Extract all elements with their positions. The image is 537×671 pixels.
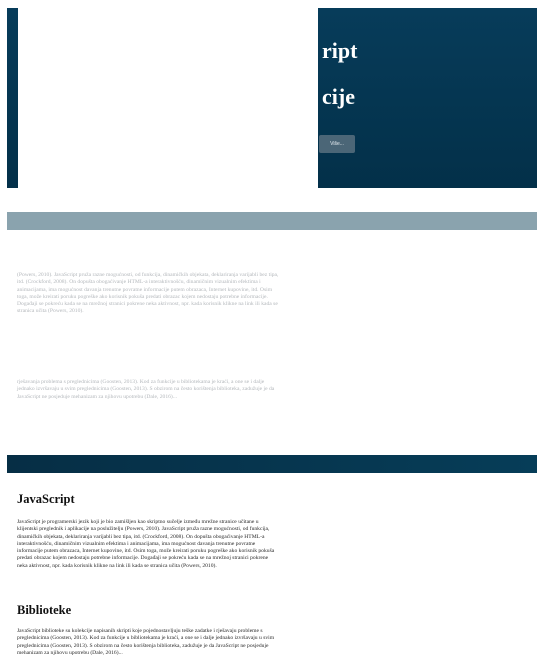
section-divider-band [7, 212, 537, 230]
javascript-heading: JavaScript [17, 492, 75, 506]
faded-paragraph-biblioteke: rješavanja problema s preglednicima (Goo… [17, 379, 275, 400]
hero-title-line1: ript [322, 38, 358, 63]
hero-title-line2: cije [322, 84, 355, 109]
hero-overlay-panel [18, 8, 318, 188]
javascript-paragraph: JavaScript je programerski jezik koji je… [17, 519, 275, 569]
biblioteke-heading: Biblioteke [17, 603, 72, 617]
biblioteke-paragraph: JavaScript biblioteke su kolekcije napis… [17, 628, 275, 656]
content-header-bar [7, 455, 537, 473]
more-button[interactable]: Više... [319, 135, 355, 153]
faded-paragraph-javascript: (Powers, 2010). JavaScript pruža razne m… [17, 272, 279, 315]
